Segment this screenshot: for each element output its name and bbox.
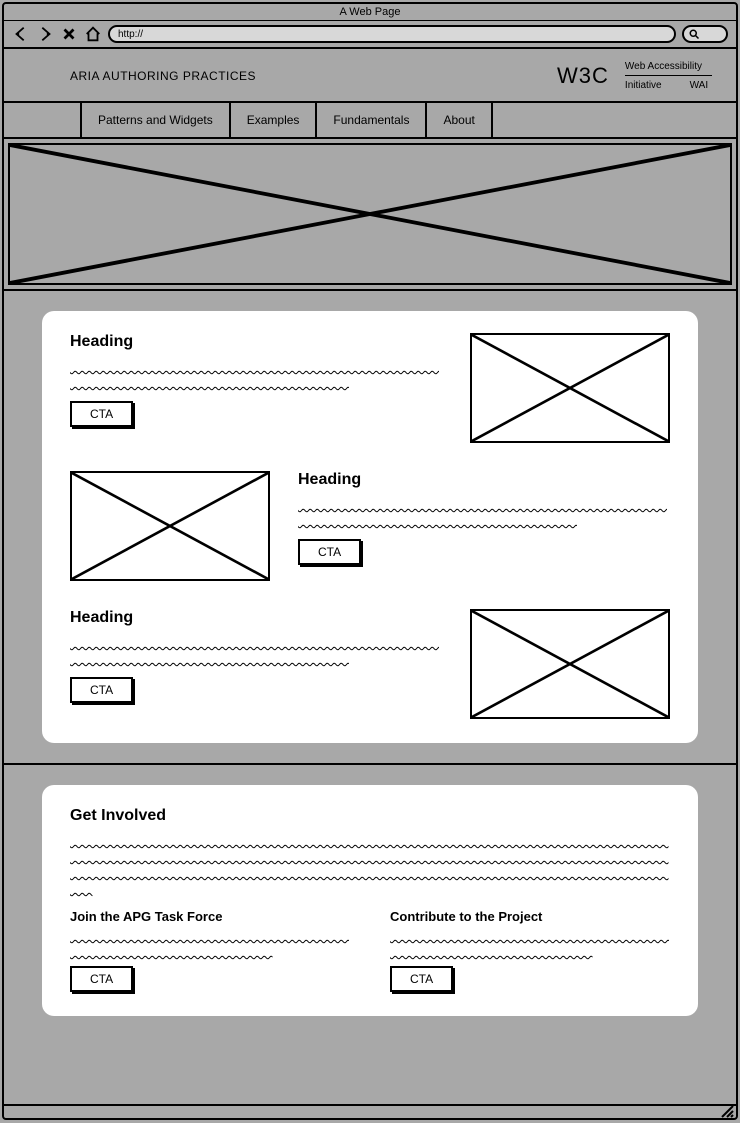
feature-body-placeholder: xxxxxxxxxxxxxxxxxxxxxxxxxxxxxxxxxxxxxxxx… — [70, 635, 442, 667]
section-divider — [4, 763, 736, 765]
feature-image-placeholder — [470, 333, 670, 443]
get-involved-col-1: Join the APG Task Force xxxxxxxxxxxxxxxx… — [70, 909, 350, 992]
page-header: ARIA AUTHORING PRACTICES W3C Web Accessi… — [4, 49, 736, 103]
feature-row: Heading xxxxxxxxxxxxxxxxxxxxxxxxxxxxxxxx… — [70, 333, 670, 443]
get-involved-col-2: Contribute to the Project xxxxxxxxxxxxxx… — [390, 909, 670, 992]
get-involved-card: Get Involved xxxxxxxxxxxxxxxxxxxxxxxxxxx… — [42, 785, 698, 1016]
home-icon[interactable] — [84, 25, 102, 43]
feature-cta-button[interactable]: CTA — [70, 401, 133, 427]
involve-col-body-placeholder: xxxxxxxxxxxxxxxxxxxxxxxxxxxxxxxxxxxxxxxx… — [70, 928, 350, 960]
features-card: Heading xxxxxxxxxxxxxxxxxxxxxxxxxxxxxxxx… — [42, 311, 698, 743]
feature-row: Heading xxxxxxxxxxxxxxxxxxxxxxxxxxxxxxxx… — [70, 609, 670, 719]
feature-row: Heading xxxxxxxxxxxxxxxxxxxxxxxxxxxxxxxx… — [70, 471, 670, 581]
feature-cta-button[interactable]: CTA — [70, 677, 133, 703]
w3c-block: W3C Web Accessibility Initiative WAI — [557, 61, 712, 91]
involve-cta-button[interactable]: CTA — [70, 966, 133, 992]
nav-item-patterns[interactable]: Patterns and Widgets — [82, 103, 231, 137]
feature-image-placeholder — [470, 609, 670, 719]
forward-icon[interactable] — [36, 25, 54, 43]
url-input[interactable]: http:// — [108, 25, 676, 43]
nav-item-examples[interactable]: Examples — [231, 103, 318, 137]
feature-heading: Heading — [70, 609, 442, 627]
hero-image-placeholder — [4, 139, 736, 291]
search-button[interactable] — [682, 25, 728, 43]
get-involved-columns: Join the APG Task Force xxxxxxxxxxxxxxxx… — [70, 909, 670, 992]
browser-window: A Web Page http:// ARIA AUTHORING PRACTI… — [2, 2, 738, 1120]
feature-heading: Heading — [70, 333, 442, 351]
close-icon[interactable] — [60, 25, 78, 43]
main-nav: Patterns and Widgets Examples Fundamenta… — [4, 103, 736, 139]
nav-item-about[interactable]: About — [427, 103, 492, 137]
placeholder-box — [8, 143, 732, 285]
feature-cta-button[interactable]: CTA — [298, 539, 361, 565]
feature-body-placeholder: xxxxxxxxxxxxxxxxxxxxxxxxxxxxxxxxxxxxxxxx… — [70, 359, 442, 391]
browser-title: A Web Page — [4, 4, 736, 21]
feature-body-placeholder: xxxxxxxxxxxxxxxxxxxxxxxxxxxxxxxxxxxxxxxx… — [298, 497, 670, 529]
browser-footer — [4, 1104, 736, 1118]
w3c-meta-wai: WAI — [690, 80, 709, 91]
w3c-meta: Web Accessibility Initiative WAI — [625, 61, 712, 91]
nav-spacer-right — [493, 103, 736, 137]
feature-heading: Heading — [298, 471, 670, 489]
involve-cta-button[interactable]: CTA — [390, 966, 453, 992]
page-content: Heading xxxxxxxxxxxxxxxxxxxxxxxxxxxxxxxx… — [4, 291, 736, 1104]
resize-grip-icon[interactable] — [720, 1105, 734, 1117]
back-icon[interactable] — [12, 25, 30, 43]
nav-item-fundamentals[interactable]: Fundamentals — [317, 103, 427, 137]
w3c-meta-line1: Web Accessibility — [625, 61, 712, 76]
involve-col-heading: Contribute to the Project — [390, 909, 670, 924]
get-involved-body-placeholder: xxxxxxxxxxxxxxxxxxxxxxxxxxxxxxxxxxxxxxxx… — [70, 833, 670, 897]
feature-image-placeholder — [70, 471, 270, 581]
involve-col-heading: Join the APG Task Force — [70, 909, 350, 924]
w3c-meta-initiative: Initiative — [625, 80, 662, 91]
get-involved-heading: Get Involved — [70, 807, 670, 825]
involve-col-body-placeholder: xxxxxxxxxxxxxxxxxxxxxxxxxxxxxxxxxxxxxxxx… — [390, 928, 670, 960]
w3c-logo: W3C — [557, 63, 609, 89]
url-text: http:// — [118, 29, 143, 40]
site-title: ARIA AUTHORING PRACTICES — [70, 69, 256, 83]
nav-spacer — [4, 103, 82, 137]
browser-toolbar: http:// — [4, 21, 736, 49]
